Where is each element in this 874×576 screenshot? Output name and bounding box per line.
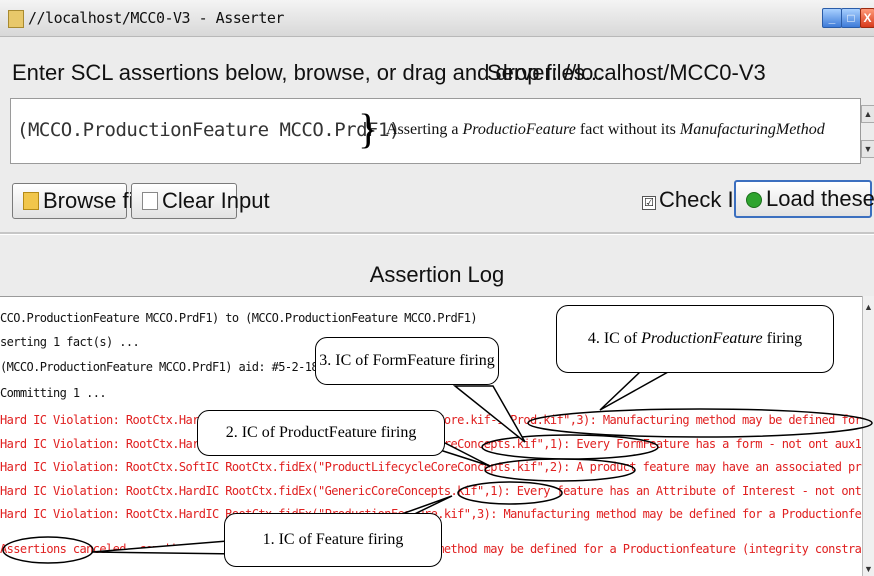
assertion-input-value: (MCCO.ProductionFeature MCCO.PrdF1) (17, 119, 400, 141)
input-annotation-class: ProductioFeature (462, 121, 576, 138)
log-line: Committing 1 ... (0, 386, 107, 400)
load-facts-label: Load these facts (766, 186, 874, 211)
callout-1: 1. IC of Feature firing (224, 513, 442, 567)
log-scroll-down-icon[interactable]: ▼ (864, 564, 873, 574)
asserter-window: //localhost/MCC0-V3 - Asserter _ □ X Ent… (0, 0, 874, 576)
input-annotation-property: ManufacturingMethod (679, 121, 825, 138)
log-scrollbar[interactable]: ▲ ▼ (862, 296, 874, 576)
app-icon (8, 10, 24, 28)
log-scroll-up-icon[interactable]: ▲ (864, 302, 873, 312)
callout-3: 3. IC of FormFeature firing (315, 337, 499, 385)
callout-2: 2. IC of ProductFeature firing (197, 410, 445, 456)
log-line: Hard IC Violation: RootCtx.HardIC RootCt… (0, 484, 862, 498)
title-bar[interactable]: //localhost/MCC0-V3 - Asserter _ □ X (0, 0, 874, 37)
log-line: Hard IC Violation: RootCtx.SoftIC RootCt… (0, 460, 862, 474)
go-icon (746, 192, 762, 208)
clear-input-button[interactable]: Clear Input (131, 183, 270, 219)
load-facts-button[interactable]: Load these facts (734, 180, 874, 218)
clear-input-label: Clear Input (162, 188, 270, 213)
close-button[interactable]: X (860, 8, 874, 28)
input-annotation: Asserting a ProductioFeature fact withou… (386, 121, 825, 139)
checkbox-icon: ☑ (642, 196, 656, 210)
minimize-button[interactable]: _ (822, 8, 842, 28)
page-icon (142, 192, 158, 210)
window-title: //localhost/MCC0-V3 - Asserter (28, 9, 284, 27)
assertion-log-title: Assertion Log (369, 262, 505, 287)
input-annotation-prefix: Asserting a (386, 121, 463, 138)
browse-files-button[interactable]: Browse files (12, 183, 162, 219)
log-line: CCO.ProductionFeature MCCO.PrdF1) to (MC… (0, 311, 478, 325)
splitter[interactable] (0, 232, 874, 235)
server-label: Server: //localhost/MCC0-V3 (487, 60, 766, 85)
callout-4: 4. IC of ProductionFeature firing (556, 305, 834, 373)
folder-icon (23, 192, 39, 210)
maximize-button[interactable]: □ (841, 8, 861, 28)
callout-4-class: ProductionFeature (641, 330, 763, 347)
assertion-input[interactable]: (MCCO.ProductionFeature MCCO.PrdF1) } As… (10, 98, 861, 164)
input-scroll-down-icon[interactable]: ▼ (861, 140, 874, 158)
input-annotation-middle: fact without its (575, 121, 680, 138)
callout-4-suffix: firing (762, 330, 803, 347)
callout-4-prefix: 4. IC of (587, 330, 642, 347)
brace-annotation: } (358, 107, 379, 153)
log-line: serting 1 fact(s) ... (0, 335, 140, 349)
log-line: (MCCO.ProductionFeature MCCO.PrdF1) aid:… (0, 360, 319, 374)
input-scroll-up-icon[interactable]: ▲ (861, 105, 874, 123)
